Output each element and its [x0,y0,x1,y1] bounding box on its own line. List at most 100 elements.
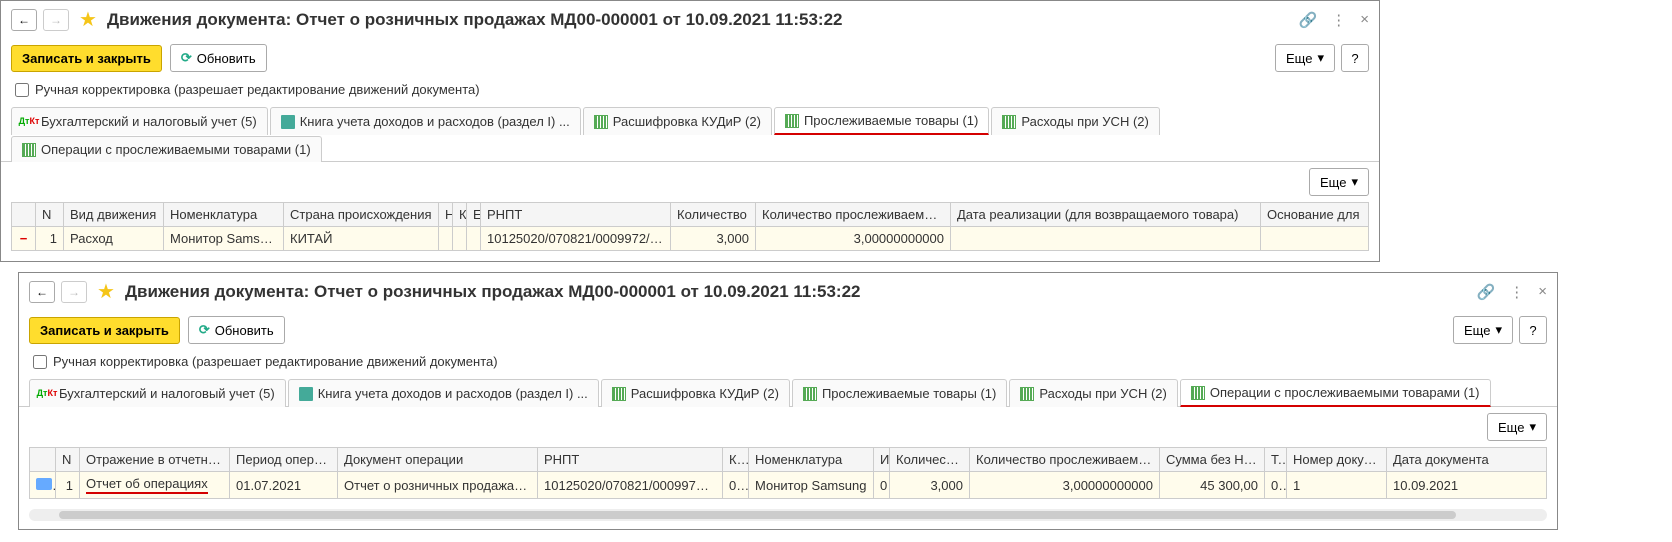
operations-table: N Отражение в отчетности Период операции… [29,447,1547,499]
col-n[interactable]: N [56,448,80,472]
col-period[interactable]: Период операции [230,448,338,472]
refresh-button[interactable]: ⟳Обновить [170,44,267,72]
col-doc[interactable]: Документ операции [338,448,538,472]
col-qty[interactable]: Количество [671,203,756,227]
col-rnpt[interactable]: РНПТ [538,448,723,472]
refresh-icon: ⟳ [199,322,210,338]
save-close-button[interactable]: Записать и закрыть [11,45,162,72]
col-country[interactable]: Страна происхождения [284,203,439,227]
titlebar: ← → ★ Движения документа: Отчет о рознич… [1,1,1379,38]
more-button[interactable]: Еще ▾ [1275,44,1335,72]
grid-icon [803,387,817,401]
col-h1[interactable]: Н [439,203,453,227]
nav-forward-button[interactable]: → [61,281,87,303]
help-button[interactable]: ? [1341,44,1369,72]
grid-icon [1020,387,1034,401]
cell-k: 0... [723,472,749,499]
nav-back-button[interactable]: ← [29,281,55,303]
kebab-icon[interactable]: ⋮ [1331,11,1346,29]
col-nom[interactable]: Номенклатура [164,203,284,227]
link-icon[interactable]: 🔗 [1299,11,1318,29]
chevron-down-icon: ▾ [1351,174,1358,190]
save-close-button[interactable]: Записать и закрыть [29,317,180,344]
tab-traceable-ops[interactable]: Операции с прослеживаемыми товарами (1) [1180,379,1491,407]
manual-adjustment-label: Ручная корректировка (разрешает редактир… [53,354,498,369]
horizontal-scrollbar[interactable] [29,509,1547,521]
grid-icon [1191,386,1205,400]
more-button[interactable]: Еще ▾ [1453,316,1513,344]
col-trace-qty[interactable]: Количество прослеживаемости [756,203,951,227]
help-button[interactable]: ? [1519,316,1547,344]
scrollbar-thumb[interactable] [59,511,1456,519]
close-icon[interactable]: × [1538,283,1547,300]
tabs-bar: КтБухгалтерский и налоговый учет (5) Кни… [19,379,1557,407]
col-docdate[interactable]: Дата документа [1387,448,1547,472]
tab-traceable-goods[interactable]: Прослеживаемые товары (1) [792,379,1007,407]
cell-period: 01.07.2021 [230,472,338,499]
col-icon[interactable] [12,203,36,227]
cell-trace-qty: 3,00000000000 [970,472,1160,499]
refresh-icon: ⟳ [181,50,192,66]
minus-icon: − [20,231,28,246]
col-docnum[interactable]: Номер докуме... [1287,448,1387,472]
col-sum[interactable]: Сумма без НДС [1160,448,1265,472]
chevron-down-icon: ▾ [1317,50,1324,66]
tab-kudir[interactable]: Расшифровка КУДиР (2) [583,107,772,135]
cell-i: 0... [874,472,890,499]
col-move[interactable]: Вид движения [64,203,164,227]
col-i[interactable]: И [874,448,890,472]
table-row[interactable]: − 1 Расход Монитор Samsung КИТАЙ 1012502… [12,227,1369,251]
manual-adjustment-row: Ручная корректировка (разрешает редактир… [1,78,1379,107]
table-more-button[interactable]: Еще ▾ [1487,413,1547,441]
titlebar: ← → ★ Движения документа: Отчет о рознич… [19,273,1557,310]
col-h3[interactable]: Е [467,203,481,227]
nav-forward-button[interactable]: → [43,9,69,31]
favorite-star-icon[interactable]: ★ [79,7,97,32]
tab-accounting[interactable]: КтБухгалтерский и налоговый учет (5) [29,379,286,407]
table-more-button[interactable]: Еще ▾ [1309,168,1369,196]
favorite-star-icon[interactable]: ★ [97,279,115,304]
table-row[interactable]: 1 Отчет об операциях 01.07.2021 Отчет о … [30,472,1547,499]
manual-adjustment-checkbox[interactable] [15,83,29,97]
cell-rnpt: 10125020/070821/0009972/002 [538,472,723,499]
tab-income-book[interactable]: Книга учета доходов и расходов (раздел I… [288,379,599,407]
tab-traceable-ops[interactable]: Операции с прослеживаемыми товарами (1) [11,136,322,162]
tabs-bar: КтБухгалтерский и налоговый учет (5) Кни… [1,107,1379,162]
col-icon[interactable] [30,448,56,472]
col-qty[interactable]: Количество [890,448,970,472]
cell-trace-qty: 3,00000000000 [756,227,951,251]
grid-icon [594,115,608,129]
col-report[interactable]: Отражение в отчетности [80,448,230,472]
col-n[interactable]: N [36,203,64,227]
nav-back-button[interactable]: ← [11,9,37,31]
col-t[interactable]: Т... [1265,448,1287,472]
book-icon [299,387,313,401]
col-real-date[interactable]: Дата реализации (для возвращаемого товар… [951,203,1261,227]
col-basis[interactable]: Основание для [1261,203,1369,227]
cell-n: 1 [36,227,64,251]
cell-docdate: 10.09.2021 [1387,472,1547,499]
manual-adjustment-checkbox[interactable] [33,355,47,369]
cell-nom: Монитор Samsung [164,227,284,251]
col-h2[interactable]: К [453,203,467,227]
refresh-button[interactable]: ⟳Обновить [188,316,285,344]
link-icon[interactable]: 🔗 [1477,283,1496,301]
tab-kudir[interactable]: Расшифровка КУДиР (2) [601,379,790,407]
cell-country: КИТАЙ [284,227,439,251]
dtkt-icon: Кт [22,115,36,129]
cell-qty: 3,000 [890,472,970,499]
tab-traceable-goods[interactable]: Прослеживаемые товары (1) [774,107,989,135]
col-k[interactable]: К... [723,448,749,472]
tab-usn-expenses[interactable]: Расходы при УСН (2) [1009,379,1178,407]
col-nom[interactable]: Номенклатура [749,448,874,472]
sub-toolbar: Еще ▾ [19,407,1557,447]
tab-usn-expenses[interactable]: Расходы при УСН (2) [991,107,1160,135]
tab-income-book[interactable]: Книга учета доходов и расходов (раздел I… [270,107,581,135]
tab-accounting[interactable]: КтБухгалтерский и налоговый учет (5) [11,107,268,135]
cell-sum: 45 300,00 [1160,472,1265,499]
kebab-icon[interactable]: ⋮ [1509,283,1524,301]
col-trace-qty[interactable]: Количество прослеживаемости [970,448,1160,472]
window-title: Движения документа: Отчет о розничных пр… [125,282,1471,302]
col-rnpt[interactable]: РНПТ [481,203,671,227]
close-icon[interactable]: × [1360,11,1369,28]
